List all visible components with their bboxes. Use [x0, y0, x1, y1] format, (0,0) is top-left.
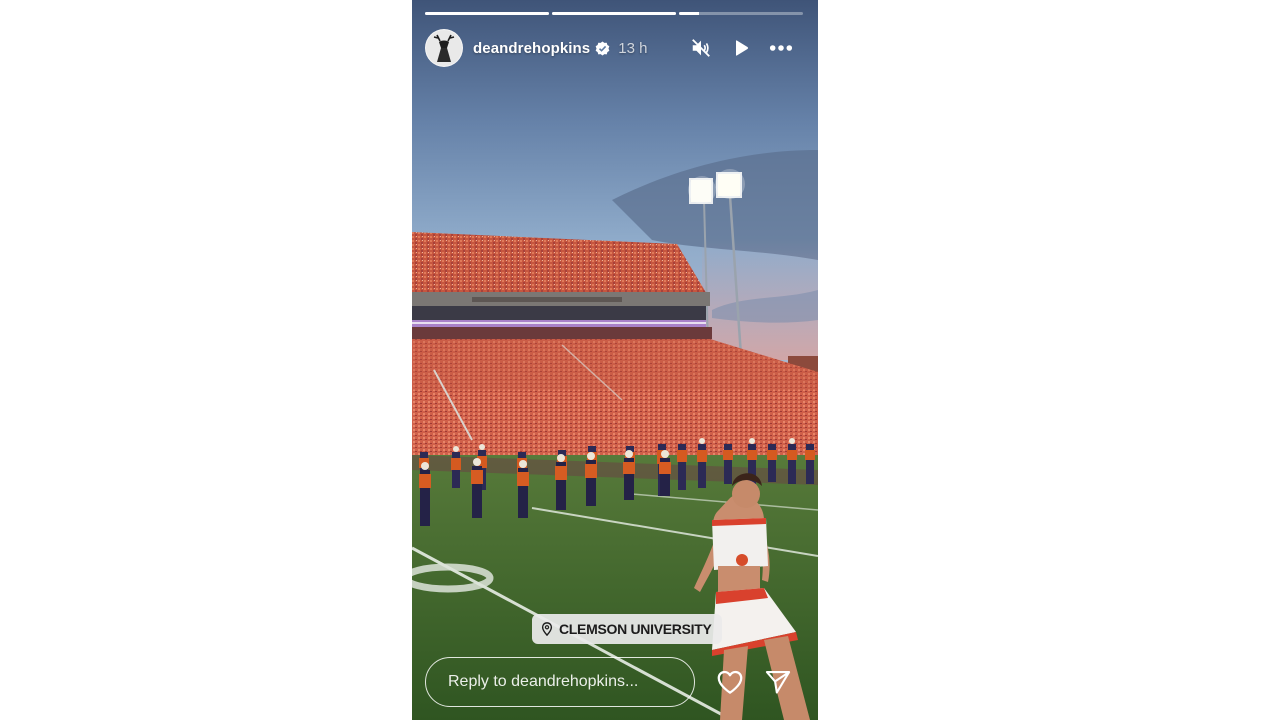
progress-segment-1 — [425, 12, 549, 15]
location-label: CLEMSON UNIVERSITY — [559, 621, 712, 637]
heart-icon[interactable] — [714, 666, 746, 698]
story-timestamp: 13 h — [618, 39, 648, 57]
deer-avatar-icon — [433, 34, 455, 62]
progress-segment-2 — [552, 12, 676, 15]
progress-fill — [425, 12, 549, 15]
location-pin-icon — [541, 622, 553, 636]
story-username[interactable]: deandrehopkins — [473, 40, 590, 57]
story-progress-bar — [425, 12, 803, 15]
story-viewer[interactable]: deandrehopkins 13 h CLEMSON UNIVERSITY R… — [412, 0, 818, 720]
avatar[interactable] — [425, 29, 463, 67]
reply-input[interactable] — [425, 657, 695, 707]
reply-bar — [425, 656, 805, 708]
progress-fill — [679, 12, 699, 15]
more-horizontal-icon[interactable] — [769, 36, 793, 60]
speaker-muted-icon[interactable] — [689, 36, 713, 60]
story-controls — [689, 36, 805, 60]
progress-fill — [552, 12, 676, 15]
story-header: deandrehopkins 13 h — [425, 28, 805, 68]
story-media — [412, 0, 818, 720]
progress-segment-3 — [679, 12, 803, 15]
play-icon[interactable] — [729, 36, 753, 60]
location-sticker[interactable]: CLEMSON UNIVERSITY — [532, 614, 722, 644]
verified-badge-icon — [595, 40, 610, 56]
send-icon[interactable] — [762, 666, 794, 698]
